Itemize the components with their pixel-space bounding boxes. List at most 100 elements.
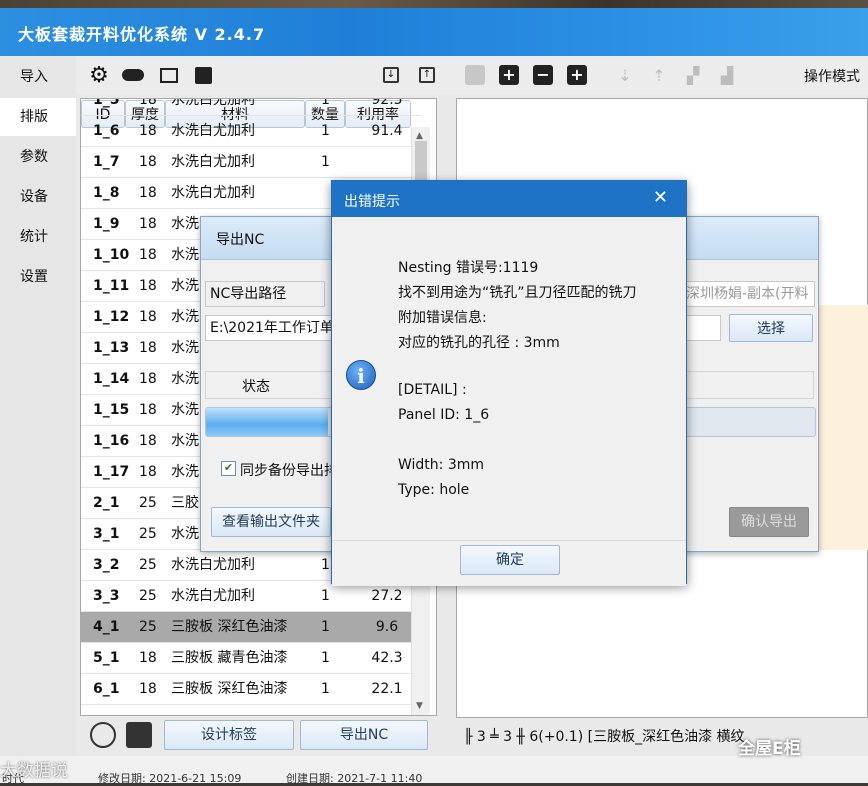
error-line: Nesting 错误号:1119	[398, 260, 539, 276]
confirm-export-button[interactable]: 确认导出	[729, 507, 809, 537]
row-id: 1_15	[93, 402, 130, 418]
row-thickness: 18	[139, 681, 157, 697]
select-path-button[interactable]: 选择	[729, 314, 813, 342]
ops-mode-label[interactable]: 操作模式	[804, 66, 860, 86]
nav-item-device[interactable]: 设备	[0, 178, 76, 216]
gear-icon[interactable]: ⚙	[88, 63, 110, 88]
scroll-down-icon[interactable]: ▼	[416, 701, 423, 711]
table-row[interactable]: 1_7 18 水洗白尤加利 1	[81, 147, 421, 178]
printer-icon[interactable]	[126, 722, 152, 748]
row-id: 1_11	[93, 278, 130, 294]
row-util: 91.4	[371, 123, 403, 139]
row-id: 1_8	[93, 185, 120, 201]
row-qty: 1	[321, 123, 330, 139]
sync-backup-label: 同步备份导出排	[240, 463, 338, 479]
design-label-button[interactable]: 设计标签	[164, 720, 294, 750]
row-id: 1_6	[93, 123, 120, 139]
row-material: 水洗	[171, 309, 199, 325]
row-id: 6_1	[93, 681, 120, 697]
row-id: 1_13	[93, 340, 130, 356]
save-icon[interactable]	[464, 64, 486, 86]
table-row[interactable]: 4_1 25 三胺板 深红色油漆 1 9.6	[81, 612, 421, 643]
row-material: 三胺板 深红色油漆	[171, 619, 288, 635]
import-file-icon[interactable]: ↓	[380, 64, 402, 86]
row-qty: 1	[321, 154, 330, 170]
chart-icon[interactable]: ▞	[682, 64, 704, 86]
row-thickness: 25	[139, 557, 157, 573]
row-thickness: 18	[139, 371, 157, 387]
error-line: Panel ID: 1_6	[398, 407, 490, 423]
row-qty: 1	[321, 681, 330, 697]
row-id: 1_17	[93, 464, 130, 480]
bar-chart-icon[interactable]: ▟	[716, 64, 738, 86]
row-thickness: 18	[139, 216, 157, 232]
row-thickness: 18	[139, 402, 157, 418]
row-id: 3_3	[93, 588, 120, 604]
print-preview-icon[interactable]	[192, 64, 214, 86]
row-thickness: 18	[139, 650, 157, 666]
error-line: Width: 3mm	[398, 457, 485, 473]
layout-status: ╟ 3 ╧ 3 ╫ 6(+0.1) [三胺板_深红色油漆 横纹	[464, 729, 745, 745]
add-box-icon[interactable]: +	[566, 64, 588, 86]
row-material: 水洗	[171, 371, 199, 387]
row-id: 4_1	[93, 619, 120, 635]
row-material: 水洗白尤加利	[171, 185, 255, 201]
sync-backup-checkbox[interactable]: ✔	[221, 461, 236, 476]
view-output-folder-button[interactable]: 查看输出文件夹	[211, 507, 331, 537]
row-material: 水洗白尤加利	[171, 588, 255, 604]
row-material: 三胶	[171, 495, 199, 511]
row-thickness: 18	[139, 247, 157, 263]
row-qty: 1	[321, 557, 330, 573]
remove-icon[interactable]: −	[532, 64, 554, 86]
zoom-search-icon[interactable]	[90, 722, 116, 748]
watermark-left: 大数据说	[0, 761, 68, 781]
row-material: 水洗	[171, 433, 199, 449]
close-icon[interactable]: ✕	[653, 187, 668, 208]
row-id: 3_2	[93, 557, 120, 573]
row-thickness: 18	[139, 464, 157, 480]
nav-item-stats[interactable]: 统计	[0, 218, 76, 256]
row-thickness: 18	[139, 340, 157, 356]
error-dialog: 出错提示 ✕ i Nesting 错误号:1119 找不到用途为“铣孔”且刀径匹…	[331, 180, 687, 586]
nav-item-layout[interactable]: 排版	[0, 98, 76, 136]
row-thickness: 25	[139, 588, 157, 604]
scroll-up-icon[interactable]: ▲	[416, 131, 423, 141]
toggle-icon[interactable]	[122, 64, 144, 86]
row-id: 1_9	[93, 216, 120, 232]
app-titlebar: 大板套裁开料优化系统 V 2.4.7	[0, 8, 868, 56]
row-thickness: 18	[139, 123, 157, 139]
error-line: 找不到用途为“铣孔”且刀径匹配的铣刀	[398, 285, 637, 301]
watermark-right: 全屋E柜	[738, 739, 801, 759]
preview-panel-area	[815, 305, 868, 550]
error-dialog-title: 出错提示	[344, 194, 400, 210]
table-row[interactable]: 1_5 18 水洗白尤加利 1 92.5	[81, 99, 421, 116]
row-material: 水洗白尤加利	[171, 123, 255, 139]
error-line: Type: hole	[398, 482, 470, 498]
row-util: 42.3	[371, 650, 403, 666]
created-date: 创建日期: 2021-7-1 11:40	[286, 772, 423, 785]
ok-button[interactable]: 确定	[460, 545, 560, 575]
table-row[interactable]: 6_1 18 三胺板 深红色油漆 1 22.1	[81, 674, 421, 705]
nc-file-name-input[interactable]: 深圳杨娟-副本(开料	[681, 281, 815, 307]
row-util: 9.6	[375, 619, 399, 635]
row-id: 3_1	[93, 526, 120, 542]
table-row[interactable]: 5_1 18 三胺板 藏青色油漆 1 42.3	[81, 643, 421, 674]
row-thickness: 25	[139, 526, 157, 542]
table-row[interactable]: 1_6 18 水洗白尤加利 1 91.4	[81, 116, 421, 147]
export-file-icon[interactable]: ↑	[416, 64, 438, 86]
nav-item-settings[interactable]: 设置	[0, 258, 76, 296]
align-up-icon[interactable]: ⇡	[648, 64, 670, 86]
align-down-icon[interactable]: ⇣	[614, 64, 636, 86]
row-material: 水洗白尤加利	[171, 154, 255, 170]
nav-item-params[interactable]: 参数	[0, 138, 76, 176]
add-icon[interactable]: +	[498, 64, 520, 86]
row-material: 三胺板 深红色油漆	[171, 681, 288, 697]
image-icon[interactable]	[158, 64, 180, 86]
nav-item-import[interactable]: 导入	[0, 58, 76, 96]
row-material: 水洗	[171, 278, 199, 294]
row-thickness: 18	[139, 154, 157, 170]
row-material: 水洗	[171, 402, 199, 418]
export-nc-button[interactable]: 导出NC	[300, 720, 428, 750]
row-thickness: 18	[139, 309, 157, 325]
error-dialog-titlebar[interactable]: 出错提示 ✕	[332, 181, 686, 217]
